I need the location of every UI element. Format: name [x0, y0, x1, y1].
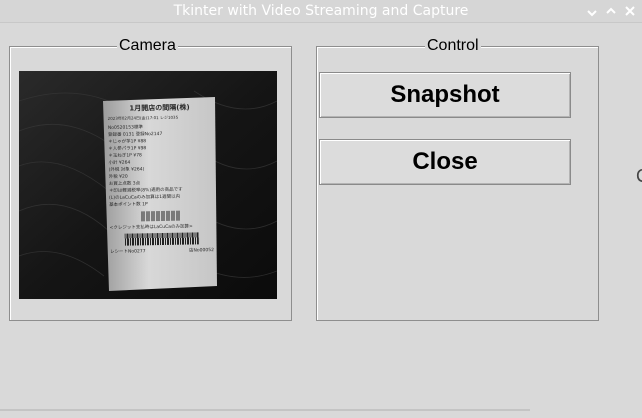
minimize-icon[interactable] — [584, 3, 600, 19]
maximize-icon[interactable] — [603, 3, 619, 19]
receipt-barcode-bottom — [124, 232, 199, 246]
receipt-store-code: 店No00052 — [189, 248, 215, 254]
control-frame-label: Control — [425, 36, 481, 56]
receipt-header: 1月開店の間隔(株) — [129, 103, 190, 113]
close-icon[interactable] — [622, 3, 638, 19]
receipt-register-row: レシートNo0277 店No00052 — [110, 247, 214, 255]
receipt-lines: No0520153標準 登録番 0131 登録No2147 ＊じゃが芋1P ¥8… — [108, 123, 213, 209]
receipt-line: 基本ポイント数 1P — [109, 202, 148, 208]
receipt-date: 2023年02月24日(金)17:01 レジ1035 — [107, 114, 179, 121]
camera-feed: 1月開店の間隔(株) 2023年02月24日(金)17:01 レジ1035 No… — [19, 71, 277, 299]
receipt-barcode-top — [141, 210, 182, 222]
receipt-footer-note: <クレジット支払時はLaCuCaのみ加算> — [109, 224, 193, 231]
camera-frame-label: Camera — [117, 36, 178, 56]
receipt-register: レシートNo0277 — [109, 249, 146, 255]
window-title: Tkinter with Video Streaming and Capture — [173, 3, 469, 19]
snapshot-button[interactable]: Snapshot — [319, 72, 571, 118]
clipped-glyph: C — [636, 166, 642, 187]
receipt: 1月開店の間隔(株) 2023年02月24日(金)17:01 レジ1035 No… — [107, 102, 214, 288]
title-bar: Tkinter with Video Streaming and Capture — [0, 0, 642, 23]
horizontal-scrollbar[interactable] — [0, 409, 530, 411]
close-button[interactable]: Close — [319, 139, 571, 185]
